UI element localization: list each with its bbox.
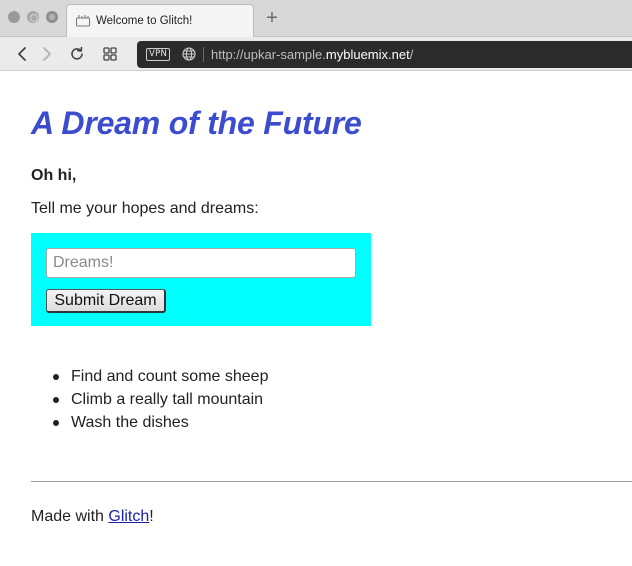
browser-tab[interactable]: Welcome to Glitch! [66,4,254,38]
browser-tab-bar: Welcome to Glitch! + [0,0,632,38]
address-bar[interactable]: VPN http://upkar-sample.mybluemix.net/ [137,41,632,68]
bullet-icon [53,374,59,380]
url-text[interactable]: http://upkar-sample.mybluemix.net/ [211,47,413,62]
greeting-text: Oh hi, [31,167,77,184]
url-host: mybluemix.net [325,47,410,62]
back-icon[interactable] [11,43,33,65]
footer: Made with Glitch! [31,508,154,526]
url-prefix: http://upkar-sample. [211,47,326,62]
footer-divider [31,481,632,482]
dream-list: Find and count some sheep Climb a really… [53,367,269,436]
forward-icon[interactable] [36,43,58,65]
glitch-link[interactable]: Glitch [108,508,149,525]
dream-list-item: Climb a really tall mountain [53,390,268,413]
speed-dial-icon[interactable] [99,43,121,65]
dream-list-item: Find and count some sheep [53,367,269,390]
tab-title: Welcome to Glitch! [96,15,193,27]
dream-text: Climb a really tall mountain [71,391,264,408]
dream-text: Wash the dishes [71,414,189,431]
footer-prefix: Made with [31,508,109,525]
window-minimize-button[interactable] [27,11,39,23]
footer-suffix: ! [149,508,154,525]
prompt-text: Tell me your hopes and dreams: [31,200,259,217]
window-close-button[interactable] [8,11,20,23]
submit-dream-button[interactable]: Submit Dream [46,289,166,313]
page-title: A Dream of the Future [31,105,362,141]
address-bar-separator [203,47,204,62]
dream-text: Find and count some sheep [71,368,269,385]
new-tab-button[interactable]: + [262,7,282,29]
bullet-icon [53,420,59,426]
url-suffix: / [409,47,414,62]
dream-form: Submit Dream [31,233,371,326]
dream-input[interactable] [46,248,356,278]
dream-list-item: Wash the dishes [53,413,268,436]
vpn-badge[interactable]: VPN [146,48,171,61]
bullet-icon [53,397,59,403]
glitch-favicon-icon [76,14,91,27]
window-zoom-button[interactable] [46,11,58,23]
browser-toolbar: VPN http://upkar-sample.mybluemix.net/ [0,37,632,71]
reload-icon[interactable] [66,43,88,65]
globe-icon[interactable] [182,47,196,61]
page-content: A Dream of the Future Oh hi, Tell me you… [0,72,632,566]
